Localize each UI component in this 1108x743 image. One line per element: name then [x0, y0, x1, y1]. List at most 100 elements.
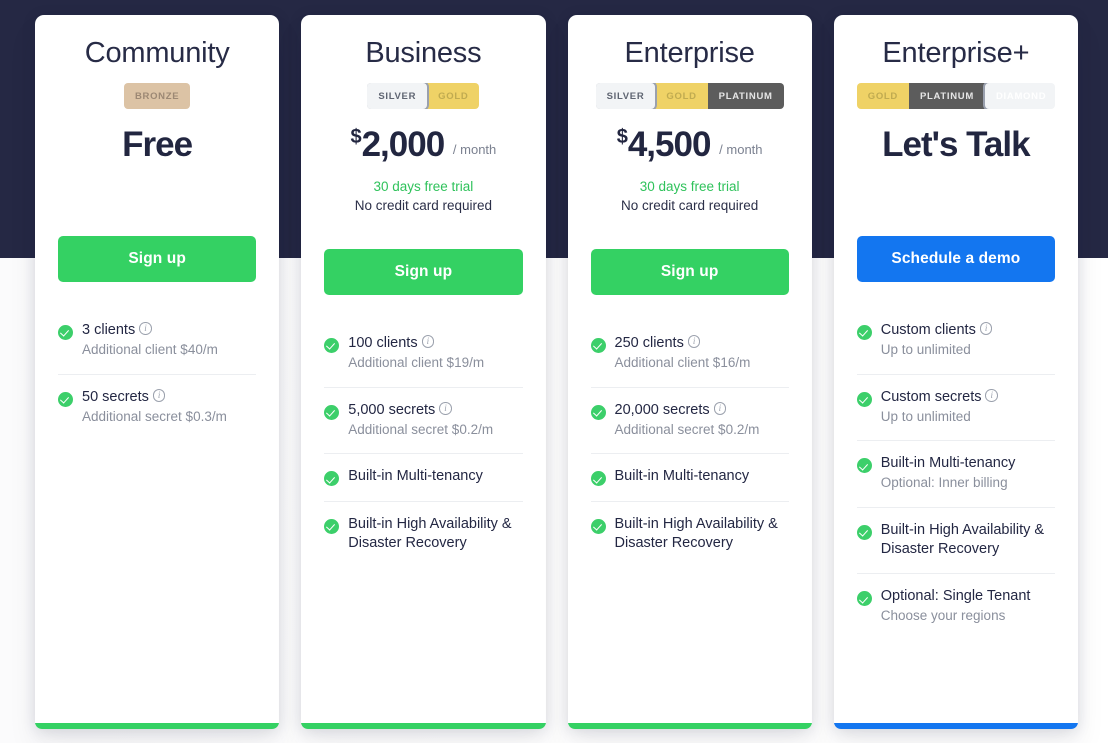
- plan-name: Business: [365, 37, 482, 69]
- tier-badge-group: SILVER GOLD PLATINUM: [595, 83, 784, 110]
- check-circle-icon: [590, 471, 606, 487]
- feature-list: 100 clients Additional client $19/m 5,000 …: [324, 321, 523, 593]
- feature-subtitle: Additional secret $0.2/m: [614, 421, 760, 437]
- feature-item: 5,000 secrets Additional secret $0.2/m: [324, 388, 523, 455]
- feature-title-row: Built-in Multi-tenancy: [348, 467, 522, 486]
- check-circle-icon: [856, 591, 872, 607]
- feature-title: Optional: Single Tenant: [880, 588, 1031, 605]
- feature-title-row: 100 clients: [348, 334, 522, 353]
- price-block: Let's Talk: [857, 126, 1055, 165]
- cta-button[interactable]: Sign up: [58, 235, 257, 282]
- info-icon[interactable]: [979, 322, 993, 335]
- tier-badge-platinum[interactable]: PLATINUM: [707, 83, 784, 110]
- price-amount: 2,000: [361, 125, 446, 165]
- info-icon[interactable]: [713, 402, 727, 415]
- feature-item: Optional: Single Tenant Choose your regio…: [856, 574, 1055, 640]
- check-circle-icon: [324, 518, 340, 534]
- info-icon[interactable]: [139, 322, 152, 335]
- pricing-card: Enterprise SILVER GOLD PLATINUM $4,500 / mon…: [567, 15, 812, 729]
- tier-badge-group: SILVER GOLD: [367, 83, 480, 110]
- feature-item: 20,000 secrets Additional secret $0.2/m: [590, 388, 789, 455]
- feature-title-row: 250 clients: [615, 334, 789, 353]
- tier-badge-diamond[interactable]: DIAMOND: [982, 83, 1055, 110]
- feature-item: 250 clients Additional client $16/m: [590, 321, 789, 388]
- feature-subtitle: Additional secret $0.2/m: [348, 421, 494, 437]
- feature-text: Built-in High Availability & Disaster Re…: [881, 521, 1055, 559]
- check-circle-icon: [590, 337, 606, 353]
- card-accent-bar: [833, 723, 1078, 729]
- info-icon[interactable]: [421, 335, 435, 348]
- feature-title-row: Custom clients: [881, 321, 1055, 340]
- feature-item: 100 clients Additional client $19/m: [324, 321, 523, 388]
- price-period: / month: [452, 142, 497, 158]
- feature-title-row: Built-in Multi-tenancy: [881, 454, 1055, 473]
- feature-item: Custom secrets Up to unlimited: [856, 375, 1055, 442]
- check-circle-icon: [590, 404, 606, 420]
- check-circle-icon: [856, 458, 872, 474]
- pricing-card: Community BRONZE Free Sign up 3 clients Addit…: [35, 15, 280, 729]
- feature-title: Built-in Multi-tenancy: [348, 468, 483, 485]
- info-icon[interactable]: [687, 335, 701, 348]
- info-icon[interactable]: [439, 402, 452, 415]
- feature-text: Built-in Multi-tenancy: [348, 467, 522, 486]
- feature-subtitle: Additional client $16/m: [614, 355, 751, 371]
- feature-title-row: Built-in High Availability & Disaster Re…: [348, 515, 522, 553]
- feature-list: 3 clients Additional client $40/m 50 secre…: [58, 308, 257, 467]
- price-currency: $: [350, 126, 362, 149]
- feature-list: 250 clients Additional client $16/m 20,000…: [590, 321, 789, 593]
- feature-subtitle: Up to unlimited: [880, 341, 971, 357]
- info-icon[interactable]: [152, 389, 166, 402]
- feature-text: 20,000 secrets Additional secret $0.2/m: [615, 401, 789, 440]
- tier-badge-bronze[interactable]: BRONZE: [123, 83, 191, 110]
- free-trial-note: 30 days free trial: [639, 178, 740, 194]
- feature-text: 50 secrets Additional secret $0.3/m: [82, 388, 256, 427]
- feature-title: 3 clients: [82, 321, 136, 338]
- tier-badge-silver[interactable]: SILVER: [595, 83, 658, 110]
- card-accent-bar: [567, 723, 812, 729]
- info-icon[interactable]: [985, 389, 998, 402]
- tier-badge-row: BRONZE: [58, 83, 256, 110]
- feature-item: Custom clients Up to unlimited: [856, 308, 1055, 375]
- tier-badge-silver[interactable]: SILVER: [367, 83, 430, 110]
- feature-title-row: Built-in High Availability & Disaster Re…: [615, 515, 789, 553]
- feature-title-row: 5,000 secrets: [348, 401, 522, 420]
- feature-title: Custom secrets: [880, 388, 982, 405]
- feature-item: 3 clients Additional client $40/m: [58, 308, 257, 375]
- tier-badge-gold[interactable]: GOLD: [427, 83, 480, 110]
- cta-slot: Schedule a demo: [856, 235, 1055, 282]
- tier-badge-gold[interactable]: GOLD: [655, 83, 708, 110]
- feature-subtitle: Additional client $40/m: [82, 341, 218, 357]
- check-circle-icon: [58, 391, 73, 407]
- feature-title: 50 secrets: [82, 388, 149, 405]
- feature-list: Custom clients Up to unlimited Custom secr…: [856, 308, 1055, 666]
- feature-text: Custom secrets Up to unlimited: [881, 388, 1055, 427]
- no-credit-card-note: No credit card required: [354, 198, 493, 214]
- feature-item: 50 secrets Additional secret $0.3/m: [58, 375, 256, 441]
- feature-item: Built-in Multi-tenancy: [590, 454, 789, 502]
- feature-subtitle: Choose your regions: [880, 608, 1006, 624]
- feature-item: Built-in Multi-tenancy Optional: Inner bi…: [856, 441, 1055, 509]
- price-amount: 4,500: [627, 125, 712, 165]
- tier-badge-gold[interactable]: GOLD: [856, 83, 909, 110]
- cta-button[interactable]: Schedule a demo: [856, 235, 1055, 282]
- no-credit-card-note: No credit card required: [620, 198, 759, 214]
- feature-subtitle: Additional secret $0.3/m: [82, 408, 227, 424]
- feature-title: Built-in High Availability & Disaster Re…: [348, 515, 512, 551]
- price-block: Free: [58, 126, 256, 165]
- price: $2,000 / month: [324, 126, 522, 165]
- feature-subtitle: Additional client $19/m: [348, 355, 485, 371]
- tier-badge-row: SILVER GOLD PLATINUM: [591, 83, 789, 110]
- feature-title: Built-in Multi-tenancy: [880, 455, 1016, 472]
- feature-title: Custom clients: [880, 321, 976, 338]
- cta-button[interactable]: Sign up: [324, 248, 523, 295]
- tier-badge-platinum[interactable]: PLATINUM: [909, 83, 985, 110]
- feature-item: Built-in High Availability & Disaster Re…: [590, 502, 789, 567]
- cta-slot: Sign up: [324, 248, 523, 295]
- check-circle-icon: [590, 518, 606, 534]
- plan-name: Enterprise+: [882, 37, 1030, 69]
- feature-title-row: Built-in High Availability & Disaster Re…: [881, 521, 1055, 559]
- plan-name: Community: [84, 37, 230, 69]
- feature-title: Built-in High Availability & Disaster Re…: [614, 515, 778, 551]
- cta-button[interactable]: Sign up: [590, 248, 789, 295]
- pricing-card: Enterprise+ GOLD PLATINUM DIAMOND Let's Talk…: [833, 15, 1078, 729]
